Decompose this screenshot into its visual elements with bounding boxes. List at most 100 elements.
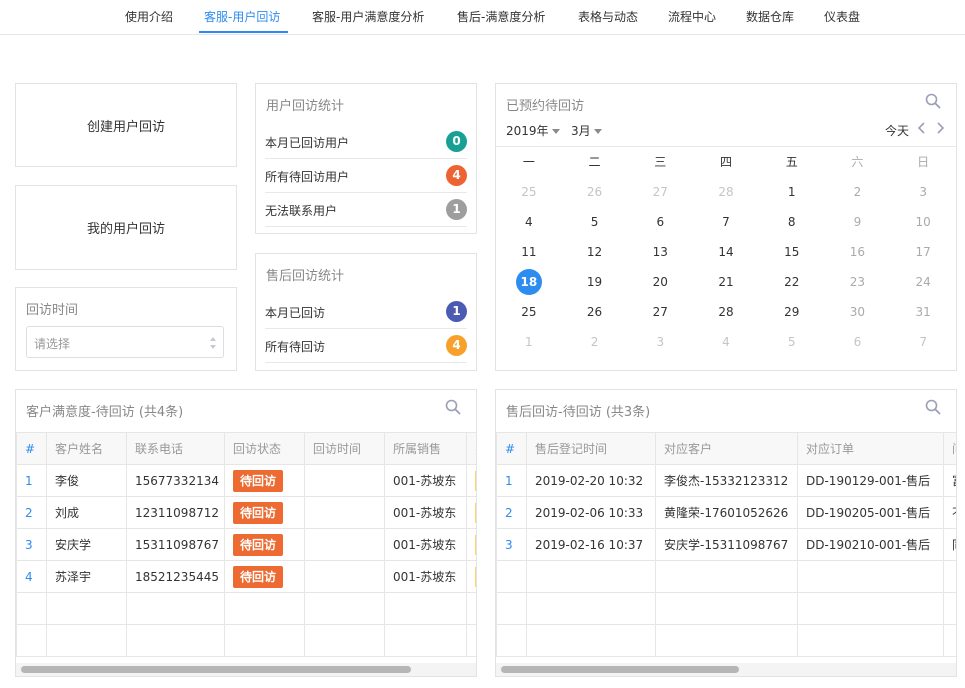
stat-row-aftersale-pending[interactable]: 所有待回访 4 bbox=[265, 329, 467, 363]
column-header[interactable]: 售后登记时间 bbox=[526, 432, 656, 465]
nav-tab-dashboard[interactable]: 仪表盘 bbox=[824, 0, 860, 34]
row-index: 2 bbox=[496, 496, 527, 529]
status-badge[interactable]: 待回访 bbox=[233, 501, 284, 524]
calendar-day[interactable]: 1 bbox=[759, 177, 825, 207]
calendar-day[interactable]: 30 bbox=[825, 297, 891, 327]
action-button-edge[interactable] bbox=[475, 534, 476, 555]
my-visits-button[interactable]: 我的用户回访 bbox=[15, 185, 237, 270]
column-header[interactable]: 问 bbox=[943, 432, 956, 465]
calendar-day[interactable]: 31 bbox=[890, 297, 956, 327]
chevron-left-icon[interactable] bbox=[916, 120, 928, 136]
status-badge[interactable]: 待回访 bbox=[233, 533, 284, 556]
calendar-day[interactable]: 5 bbox=[562, 207, 628, 237]
year-select[interactable]: 2019年 bbox=[506, 122, 560, 139]
nav-tab-warehouse[interactable]: 数据仓库 bbox=[746, 0, 794, 34]
calendar-day[interactable]: 13 bbox=[627, 237, 693, 267]
search-icon[interactable] bbox=[444, 398, 462, 416]
calendar-day[interactable]: 16 bbox=[825, 237, 891, 267]
calendar-day[interactable]: 15 bbox=[759, 237, 825, 267]
stat-row-unreachable[interactable]: 无法联系用户 1 bbox=[265, 193, 467, 227]
calendar-day[interactable]: 26 bbox=[562, 177, 628, 207]
action-button-edge[interactable] bbox=[475, 470, 476, 491]
table-row[interactable]: 3 2019-02-16 10:37 安庆学-15311098767 DD-19… bbox=[496, 528, 956, 561]
calendar-day[interactable]: 27 bbox=[627, 297, 693, 327]
calendar-day[interactable]: 26 bbox=[562, 297, 628, 327]
weekday-header: 四 bbox=[719, 155, 732, 169]
month-select[interactable]: 3月 bbox=[571, 122, 602, 139]
column-header[interactable]: 联系电话 bbox=[126, 432, 225, 465]
calendar-day[interactable]: 27 bbox=[627, 177, 693, 207]
column-header[interactable]: 所属销售 bbox=[384, 432, 467, 465]
table-row[interactable]: 1 李俊 15677332134 待回访 001-苏坡东 bbox=[16, 464, 476, 497]
column-header[interactable]: 对应订单 bbox=[797, 432, 944, 465]
calendar-day[interactable]: 14 bbox=[693, 237, 759, 267]
status-badge[interactable]: 待回访 bbox=[233, 565, 284, 588]
day-number: 4 bbox=[525, 215, 533, 229]
table-row[interactable]: 1 2019-02-20 10:32 李俊杰-15332123312 DD-19… bbox=[496, 464, 956, 497]
calendar-day[interactable]: 1 bbox=[496, 327, 562, 357]
calendar-day[interactable]: 7 bbox=[693, 207, 759, 237]
column-header[interactable]: # bbox=[16, 432, 47, 465]
aftersale-table-title: 售后回访-待回访 (共3条) bbox=[506, 405, 651, 420]
calendar-day[interactable]: 2 bbox=[562, 327, 628, 357]
column-header[interactable]: 回访时间 bbox=[304, 432, 385, 465]
create-visit-button[interactable]: 创建用户回访 bbox=[15, 83, 237, 167]
calendar-day[interactable]: 10 bbox=[890, 207, 956, 237]
table-row[interactable]: 2 刘成 12311098712 待回访 001-苏坡东 bbox=[16, 496, 476, 529]
column-header[interactable]: 客户姓名 bbox=[46, 432, 127, 465]
calendar-day[interactable]: 28 bbox=[693, 177, 759, 207]
calendar-day[interactable]: 5 bbox=[759, 327, 825, 357]
stat-row-pending-visit[interactable]: 所有待回访用户 4 bbox=[265, 159, 467, 193]
calendar-day[interactable]: 21 bbox=[693, 267, 759, 297]
table-row[interactable]: 3 安庆学 15311098767 待回访 001-苏坡东 bbox=[16, 528, 476, 561]
calendar-day[interactable]: 9 bbox=[825, 207, 891, 237]
nav-tab-aftersale[interactable]: 售后-满意度分析 bbox=[457, 0, 545, 34]
calendar-day[interactable]: 4 bbox=[693, 327, 759, 357]
search-icon[interactable] bbox=[924, 398, 942, 416]
nav-tab-tables[interactable]: 表格与动态 bbox=[578, 0, 638, 34]
calendar-day[interactable]: 19 bbox=[562, 267, 628, 297]
nav-tab-intro[interactable]: 使用介绍 bbox=[125, 0, 173, 34]
action-button-edge[interactable] bbox=[475, 502, 476, 523]
calendar-day[interactable]: 8 bbox=[759, 207, 825, 237]
calendar-day[interactable]: 29 bbox=[759, 297, 825, 327]
calendar-day[interactable]: 24 bbox=[890, 267, 956, 297]
calendar-day[interactable]: 17 bbox=[890, 237, 956, 267]
calendar-day[interactable]: 11 bbox=[496, 237, 562, 267]
calendar-day[interactable]: 25 bbox=[496, 177, 562, 207]
column-header[interactable]: 对应客户 bbox=[655, 432, 798, 465]
nav-tab-satisfaction[interactable]: 客服-用户满意度分析 bbox=[312, 0, 424, 34]
calendar-day[interactable]: 6 bbox=[825, 327, 891, 357]
search-icon[interactable] bbox=[924, 92, 942, 110]
calendar-day[interactable]: 3 bbox=[627, 327, 693, 357]
calendar-day[interactable]: 23 bbox=[825, 267, 891, 297]
action-button-edge[interactable] bbox=[475, 566, 476, 587]
table-row[interactable]: 4 苏泽宇 18521235445 待回访 001-苏坡东 bbox=[16, 560, 476, 593]
calendar-day[interactable]: 12 bbox=[562, 237, 628, 267]
stat-row-aftersale-visited[interactable]: 本月已回访 1 bbox=[265, 295, 467, 329]
horizontal-scrollbar[interactable] bbox=[501, 666, 739, 673]
column-header[interactable]: 回访状态 bbox=[224, 432, 305, 465]
horizontal-scrollbar[interactable] bbox=[21, 666, 411, 673]
today-button[interactable]: 今天 bbox=[885, 122, 909, 139]
nav-tab-process[interactable]: 流程中心 bbox=[668, 0, 716, 34]
table-row[interactable]: 2 2019-02-06 10:33 黄隆荣-17601052626 DD-19… bbox=[496, 496, 956, 529]
calendar-day[interactable]: 25 bbox=[496, 297, 562, 327]
status-badge[interactable]: 待回访 bbox=[233, 469, 284, 492]
visit-time-select[interactable]: 请选择 bbox=[26, 326, 224, 358]
calendar-day[interactable]: 20 bbox=[627, 267, 693, 297]
calendar-day[interactable]: 4 bbox=[496, 207, 562, 237]
calendar-day[interactable]: 6 bbox=[627, 207, 693, 237]
calendar-day[interactable]: 2 bbox=[825, 177, 891, 207]
calendar-day[interactable]: 22 bbox=[759, 267, 825, 297]
calendar-day[interactable]: 7 bbox=[890, 327, 956, 357]
calendar-day[interactable]: 3 bbox=[890, 177, 956, 207]
column-header[interactable]: 另 bbox=[466, 432, 476, 465]
empty-row bbox=[496, 624, 956, 657]
calendar-day[interactable]: 28 bbox=[693, 297, 759, 327]
stat-row-visited-this-month[interactable]: 本月已回访用户 0 bbox=[265, 125, 467, 159]
column-header[interactable]: # bbox=[496, 432, 527, 465]
calendar-day-today[interactable]: 18 bbox=[496, 267, 562, 297]
nav-tab-user-visit[interactable]: 客服-用户回访 bbox=[204, 0, 280, 34]
chevron-right-icon[interactable] bbox=[934, 120, 946, 136]
